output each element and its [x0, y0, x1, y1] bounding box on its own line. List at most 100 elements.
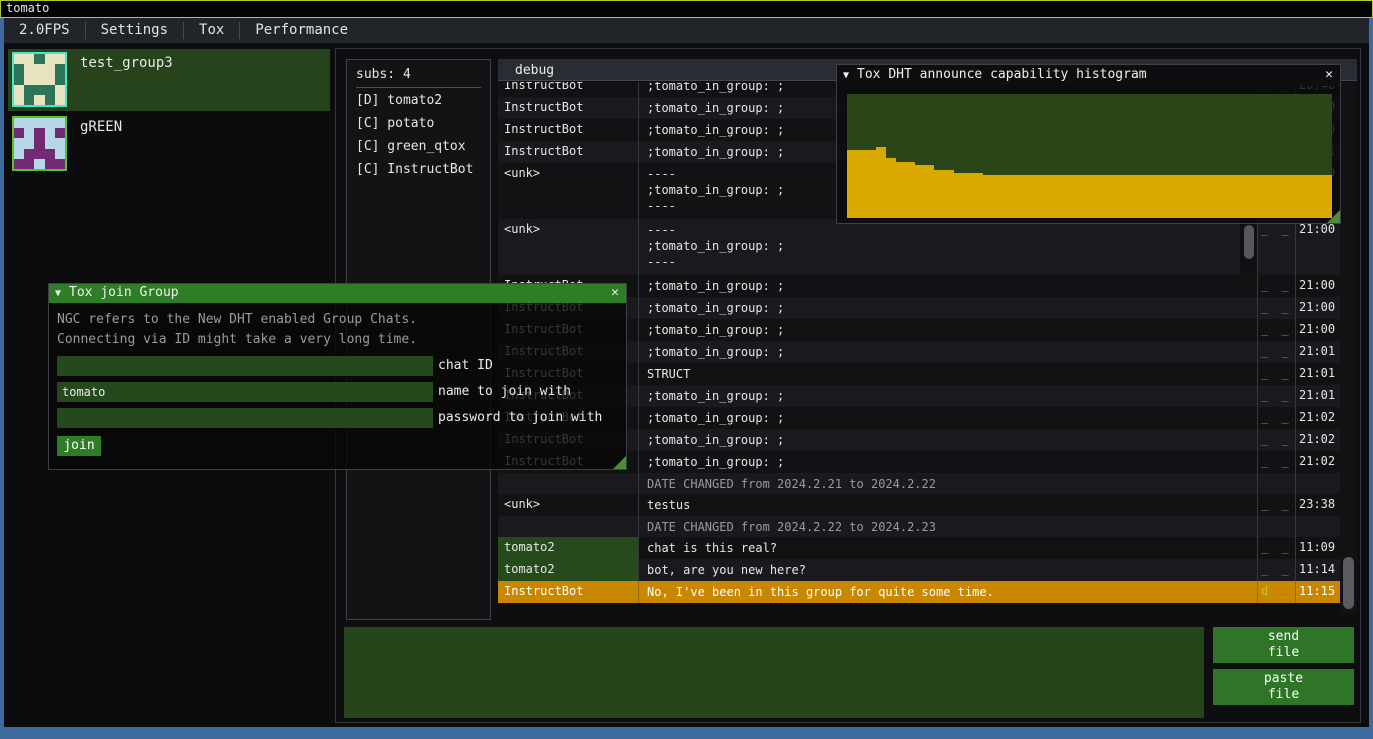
join-password-input[interactable]	[57, 408, 433, 428]
receipt-mark: _	[1261, 222, 1281, 236]
avatar-pixel	[55, 54, 65, 64]
avatar-pixel	[45, 128, 55, 138]
avatar-pixel	[34, 149, 44, 159]
timestamp	[1295, 516, 1340, 537]
timestamp: 11:14	[1295, 559, 1340, 581]
close-icon[interactable]: ✕	[1325, 65, 1333, 85]
message-text: testus	[638, 494, 1257, 516]
subs-member-green-qtox[interactable]: [C] green_qtox	[347, 136, 490, 157]
date-changed-text: DATE CHANGED from 2024.2.21 to 2024.2.22	[638, 473, 1257, 494]
histogram-bar	[1196, 175, 1206, 218]
resize-grip[interactable]	[613, 456, 626, 469]
histogram-bar	[1109, 175, 1119, 218]
histogram-bar	[1177, 175, 1187, 218]
message-scrollbar-handle[interactable]	[1244, 225, 1254, 259]
join-button[interactable]: join	[57, 436, 101, 456]
avatar-pixel	[55, 64, 65, 74]
collapse-arrow-icon[interactable]: ▼	[55, 288, 61, 299]
join-name-input[interactable]	[57, 382, 433, 402]
avatar-pixel	[14, 54, 24, 64]
message-line: chat is this real?	[647, 540, 1249, 556]
histogram-window-titlebar[interactable]: ▼ Tox DHT announce capability histogram ✕	[837, 65, 1340, 86]
message-text: No, I've been in this group for quite so…	[638, 581, 1257, 603]
sender-name: InstructBot	[498, 97, 638, 119]
histogram-bar	[1119, 175, 1129, 218]
message-input[interactable]	[344, 627, 1204, 718]
avatar-pixel	[14, 149, 24, 159]
message-text: ;tomato_in_group: ;	[638, 319, 1257, 341]
avatar-pixel	[45, 85, 55, 95]
avatar-pixel	[14, 95, 24, 105]
timestamp	[1295, 473, 1340, 494]
chat-scrollbar-handle[interactable]	[1343, 557, 1354, 609]
window-frame-bottom	[0, 727, 1373, 739]
join-password-label: password to join with	[433, 408, 602, 428]
histogram-bar	[876, 147, 886, 218]
menu-item-performance[interactable]: Performance	[240, 18, 363, 43]
histogram-bar	[1090, 175, 1100, 218]
receipt-mark: _	[1261, 388, 1281, 402]
group-name: test_group3	[80, 55, 173, 71]
subs-member-InstructBot[interactable]: [C] InstructBot	[347, 159, 490, 180]
chat-row: <unk>testus_ _23:38	[498, 494, 1340, 516]
histogram-bar	[934, 170, 944, 218]
receipt-status: _ _	[1257, 275, 1295, 297]
avatar-pixel	[34, 64, 44, 74]
collapse-arrow-icon[interactable]: ▼	[843, 70, 849, 81]
histogram-bar	[1245, 175, 1255, 218]
sender-name: tomato2	[498, 559, 638, 581]
sender-name: <unk>	[498, 494, 638, 516]
receipt-status: _ _	[1257, 537, 1295, 559]
message-text: ----;tomato_in_group: ;----	[638, 219, 1257, 275]
histogram-bar	[1138, 175, 1148, 218]
timestamp: 21:00	[1295, 275, 1340, 297]
tab-debug[interactable]: debug	[505, 60, 564, 81]
send-file-button[interactable]: send file	[1213, 627, 1354, 663]
subs-member-potato[interactable]: [C] potato	[347, 113, 490, 134]
close-icon[interactable]: ✕	[611, 284, 619, 302]
menu-item-tox[interactable]: Tox	[184, 18, 239, 43]
group-item-test_group3[interactable]: test_group3	[8, 49, 330, 111]
sender-name: InstructBot	[498, 82, 638, 97]
avatar-pixel	[14, 128, 24, 138]
chat-scrollbar[interactable]	[1340, 82, 1357, 613]
receipt-status: _ _	[1257, 407, 1295, 429]
avatar-pixel	[34, 159, 44, 169]
join-window-titlebar[interactable]: ▼Tox join Group ✕	[49, 284, 626, 303]
avatar-pixel	[24, 85, 34, 95]
paste-file-button[interactable]: paste file	[1213, 669, 1354, 705]
avatar-pixel	[24, 118, 34, 128]
chat-id-input[interactable]	[57, 356, 433, 376]
avatar-pixel	[34, 118, 44, 128]
receipt-mark: _	[1261, 454, 1281, 468]
receipt-mark: d	[1261, 584, 1281, 598]
group-item-gREEN[interactable]: gREEN	[8, 113, 330, 175]
histogram-window: ▼ Tox DHT announce capability histogram ✕	[836, 64, 1341, 224]
receipt-mark: _	[1281, 388, 1291, 402]
menu-bar: 2.0FPSSettingsToxPerformance	[4, 18, 1369, 44]
window-title: tomato	[6, 1, 49, 15]
subs-member-tomato2[interactable]: [D] tomato2	[347, 90, 490, 111]
avatar-pixel	[34, 138, 44, 148]
window-titlebar[interactable]: tomato	[0, 0, 1373, 18]
receipt-mark: _	[1261, 497, 1281, 511]
histogram-bar	[1206, 175, 1216, 218]
avatar-pixel	[24, 74, 34, 84]
window-frame-right	[1369, 18, 1373, 727]
menu-item-2-0fps[interactable]: 2.0FPS	[4, 18, 85, 43]
histogram-bar	[983, 175, 993, 218]
menu-item-settings[interactable]: Settings	[86, 18, 183, 43]
receipt-status: _ _	[1257, 385, 1295, 407]
timestamp: 21:00	[1295, 297, 1340, 319]
receipt-mark: _	[1261, 344, 1281, 358]
window-frame-left	[0, 18, 4, 727]
group-avatar	[12, 116, 67, 171]
histogram-bar	[963, 173, 973, 218]
resize-grip[interactable]	[1327, 210, 1340, 223]
join-hint-1: NGC refers to the New DHT enabled Group …	[57, 310, 618, 330]
receipt-status: _ _	[1257, 341, 1295, 363]
avatar-pixel	[24, 138, 34, 148]
histogram-bar	[1012, 175, 1022, 218]
histogram-window-title: Tox DHT announce capability histogram	[857, 67, 1147, 82]
join-group-window: ▼Tox join Group ✕ NGC refers to the New …	[48, 283, 627, 470]
